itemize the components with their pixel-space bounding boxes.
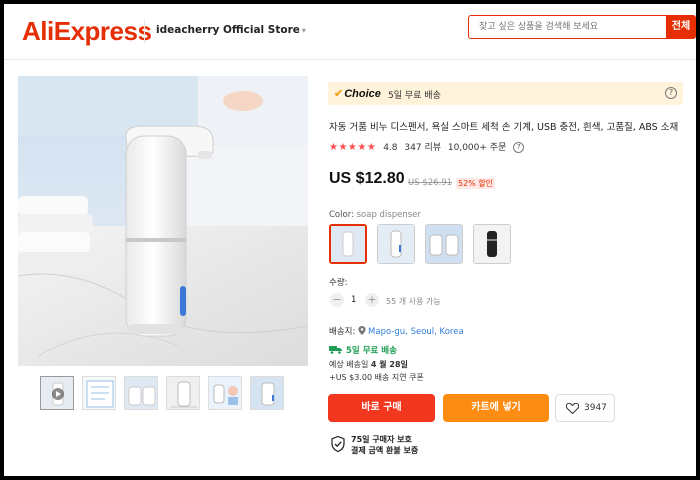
quantity-available: 55 개 사용 가능 <box>386 297 441 306</box>
buy-now-button[interactable]: 바로 구매 <box>328 394 435 422</box>
help-icon[interactable]: ? <box>513 142 525 153</box>
estimated-delivery: 예상 배송일 4 월 28일 <box>329 360 408 369</box>
check-icon: ✔ <box>334 88 344 100</box>
quantity-increase-button[interactable]: + <box>365 293 379 307</box>
shipping-location-link[interactable]: Mapo-gu, Seoul, Korea <box>368 327 464 337</box>
header: AliExpress ideacherry Official Store▾ 전체 <box>4 4 696 60</box>
thumbnail-video[interactable] <box>40 376 74 410</box>
color-value: soap dispenser <box>356 210 421 220</box>
color-label: Color: soap dispenser <box>329 210 421 220</box>
product-title: 자동 거품 비누 디스펜서, 욕실 스마트 세척 손 기계, USB 충전, 흰… <box>329 122 679 133</box>
protection-title: 75일 구매자 보호 <box>351 435 412 444</box>
thumbnail-image[interactable] <box>82 376 116 410</box>
free-shipping: 5일 무료 배송 <box>329 344 397 356</box>
thumbnail-image[interactable] <box>166 376 200 410</box>
delay-coupon: +US $3.00 배송 지연 쿠폰 <box>329 373 424 382</box>
page-frame: AliExpress ideacherry Official Store▾ 전체 <box>4 4 696 476</box>
location-pin-icon <box>358 326 366 335</box>
chevron-down-icon: ▾ <box>301 26 306 35</box>
rating-row: ★★★★★ 4.8 347 리뷰 10,000+ 주문 ? <box>329 140 528 153</box>
choice-badge: ✔Choice <box>334 88 381 100</box>
main-product-image <box>18 76 308 366</box>
quantity-value[interactable]: 1 <box>351 295 356 305</box>
color-swatch[interactable] <box>425 224 463 264</box>
star-rating-icon: ★★★★★ <box>329 142 377 153</box>
shield-check-icon <box>331 436 345 452</box>
thumbnail-image[interactable] <box>208 376 242 410</box>
add-to-cart-button[interactable]: 카트에 넣기 <box>443 394 549 422</box>
wishlist-count: 3947 <box>584 403 607 413</box>
original-price: US $26.91 <box>408 178 453 188</box>
thumbnail-image[interactable] <box>250 376 284 410</box>
discount-badge: 52% 할인 <box>456 178 496 189</box>
quantity-label: 수량: <box>329 278 348 288</box>
aliexpress-logo[interactable]: AliExpress <box>22 16 152 47</box>
choice-banner: ✔Choice 5일 무료 배송 ? <box>328 82 683 105</box>
price: US $12.80 <box>329 170 405 187</box>
truck-icon <box>329 346 342 354</box>
color-swatch-selected[interactable] <box>329 224 367 264</box>
wishlist-button[interactable]: 3947 <box>555 394 615 422</box>
store-link[interactable]: ideacherry Official Store ▾ <box>156 24 306 36</box>
search-button[interactable]: 전체 <box>666 15 696 39</box>
search-input[interactable] <box>468 15 666 39</box>
shipping-destination: 배송지: Mapo-gu, Seoul, Korea <box>329 326 464 337</box>
order-count: 10,000+ 주문 <box>447 143 507 153</box>
protection-subtitle: 결제 금액 환불 보증 <box>351 446 419 455</box>
help-icon[interactable]: ? <box>665 87 677 99</box>
choice-delivery-text: 5일 무료 배송 <box>388 91 441 101</box>
rating-value: 4.8 <box>383 143 398 153</box>
thumbnail-image[interactable] <box>124 376 158 410</box>
review-count-link[interactable]: 347 리뷰 <box>404 143 441 153</box>
store-name: ideacherry Official Store <box>156 24 300 36</box>
color-swatch[interactable] <box>473 224 511 264</box>
heart-icon <box>566 403 579 414</box>
color-swatch[interactable] <box>377 224 415 264</box>
header-divider <box>144 20 145 44</box>
quantity-decrease-button[interactable]: − <box>330 293 344 307</box>
